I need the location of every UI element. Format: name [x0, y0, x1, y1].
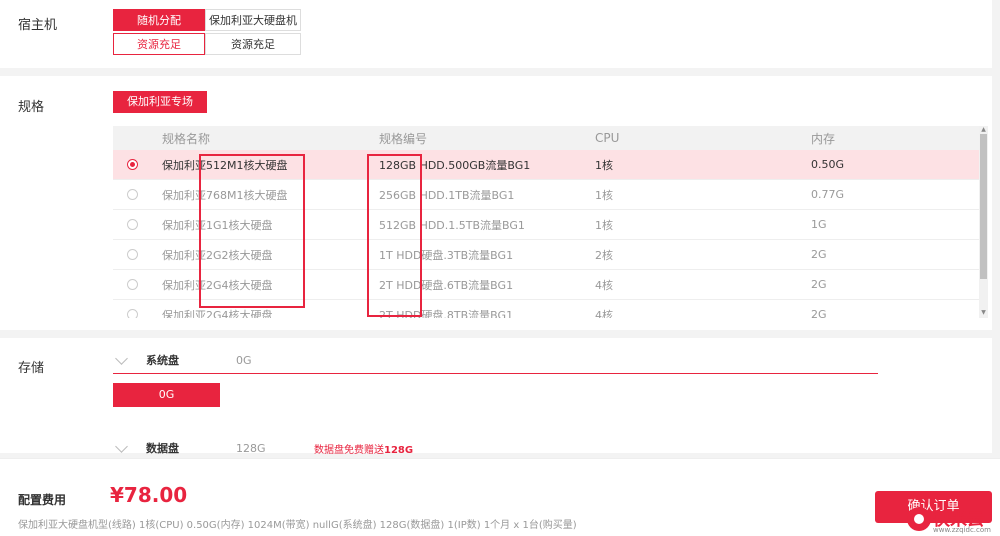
row-radio[interactable] — [127, 279, 138, 290]
row-radio[interactable] — [127, 159, 138, 170]
host-option-bulgaria[interactable]: 保加利亚大硬盘机型 — [205, 9, 301, 49]
header-spec-name: 规格名称 — [162, 131, 211, 146]
table-header: 规格名称 规格编号 CPU 内存 — [113, 126, 979, 150]
watermark-url: www.zzqidc.com — [933, 526, 991, 534]
system-disk-name: 系统盘 — [146, 354, 179, 367]
table-scrollbar[interactable]: ▲ ▼ — [979, 126, 988, 318]
spec-tab-bulgaria[interactable]: 保加利亚专场 — [113, 91, 207, 113]
watermark: 快米云 www.zzqidc.com — [905, 503, 1000, 535]
annotation-box-name — [199, 154, 305, 308]
row-memory: 1G — [811, 218, 827, 231]
data-disk-row[interactable]: 数据盘 128G 数据盘免费赠送128G — [113, 439, 414, 456]
row-memory: 0.50G — [811, 158, 845, 171]
storage-section: 存储 系统盘 0G 0G 数据盘 128G 数据盘免费赠送128G — [0, 338, 992, 456]
spec-label: 规格 — [18, 100, 45, 115]
annotation-box-code — [367, 154, 422, 317]
row-cpu: 1核 — [595, 218, 613, 232]
row-memory: 0.77G — [811, 188, 845, 201]
scroll-up-icon[interactable]: ▲ — [980, 127, 987, 133]
row-cpu: 1核 — [595, 158, 613, 172]
order-bar: 配置费用 ¥78.00 保加利亚大硬盘机型(线路) 1核(CPU) 0.50G(… — [0, 458, 1000, 536]
price: ¥78.00 — [110, 483, 188, 507]
header-spec-code: 规格编号 — [379, 131, 428, 146]
host-options: 随机分配 保加利亚大硬盘机型 资源充足 资源充足 — [113, 9, 301, 57]
row-radio[interactable] — [127, 309, 138, 318]
row-radio[interactable] — [127, 249, 138, 260]
row-radio[interactable] — [127, 219, 138, 230]
host-status-random: 资源充足 — [113, 33, 205, 55]
data-disk-name: 数据盘 — [146, 442, 179, 455]
system-disk-size-button[interactable]: 0G — [113, 383, 220, 407]
system-disk-row[interactable]: 系统盘 0G — [113, 351, 314, 368]
system-disk-size: 0G — [236, 353, 252, 367]
row-cpu: 1核 — [595, 188, 613, 202]
config-summary: 保加利亚大硬盘机型(线路) 1核(CPU) 0.50G(内存) 1024M(带宽… — [18, 520, 577, 531]
row-radio[interactable] — [127, 189, 138, 200]
header-memory: 内存 — [811, 131, 836, 146]
row-cpu: 2核 — [595, 248, 613, 262]
storage-label: 存储 — [18, 361, 45, 376]
row-cpu: 4核 — [595, 278, 613, 292]
scroll-thumb[interactable] — [980, 134, 987, 279]
chevron-down-icon[interactable] — [115, 351, 128, 365]
chevron-down-icon[interactable] — [115, 439, 128, 453]
data-disk-promo: 数据盘免费赠送128G — [314, 444, 414, 456]
system-disk-divider — [113, 373, 878, 374]
fee-label: 配置费用 — [18, 493, 67, 507]
header-cpu: CPU — [595, 131, 620, 145]
watermark-logo-icon — [907, 507, 931, 531]
host-label: 宿主机 — [18, 18, 58, 33]
host-option-random[interactable]: 随机分配 — [113, 9, 205, 31]
host-status-bulgaria: 资源充足 — [205, 33, 301, 55]
scroll-down-icon[interactable]: ▼ — [980, 310, 987, 316]
row-cpu: 4核 — [595, 308, 613, 319]
row-memory: 2G — [811, 248, 827, 261]
data-disk-size: 128G — [236, 441, 266, 455]
row-memory: 2G — [811, 308, 827, 318]
row-memory: 2G — [811, 278, 827, 291]
host-section: 宿主机 随机分配 保加利亚大硬盘机型 资源充足 资源充足 — [0, 0, 992, 68]
